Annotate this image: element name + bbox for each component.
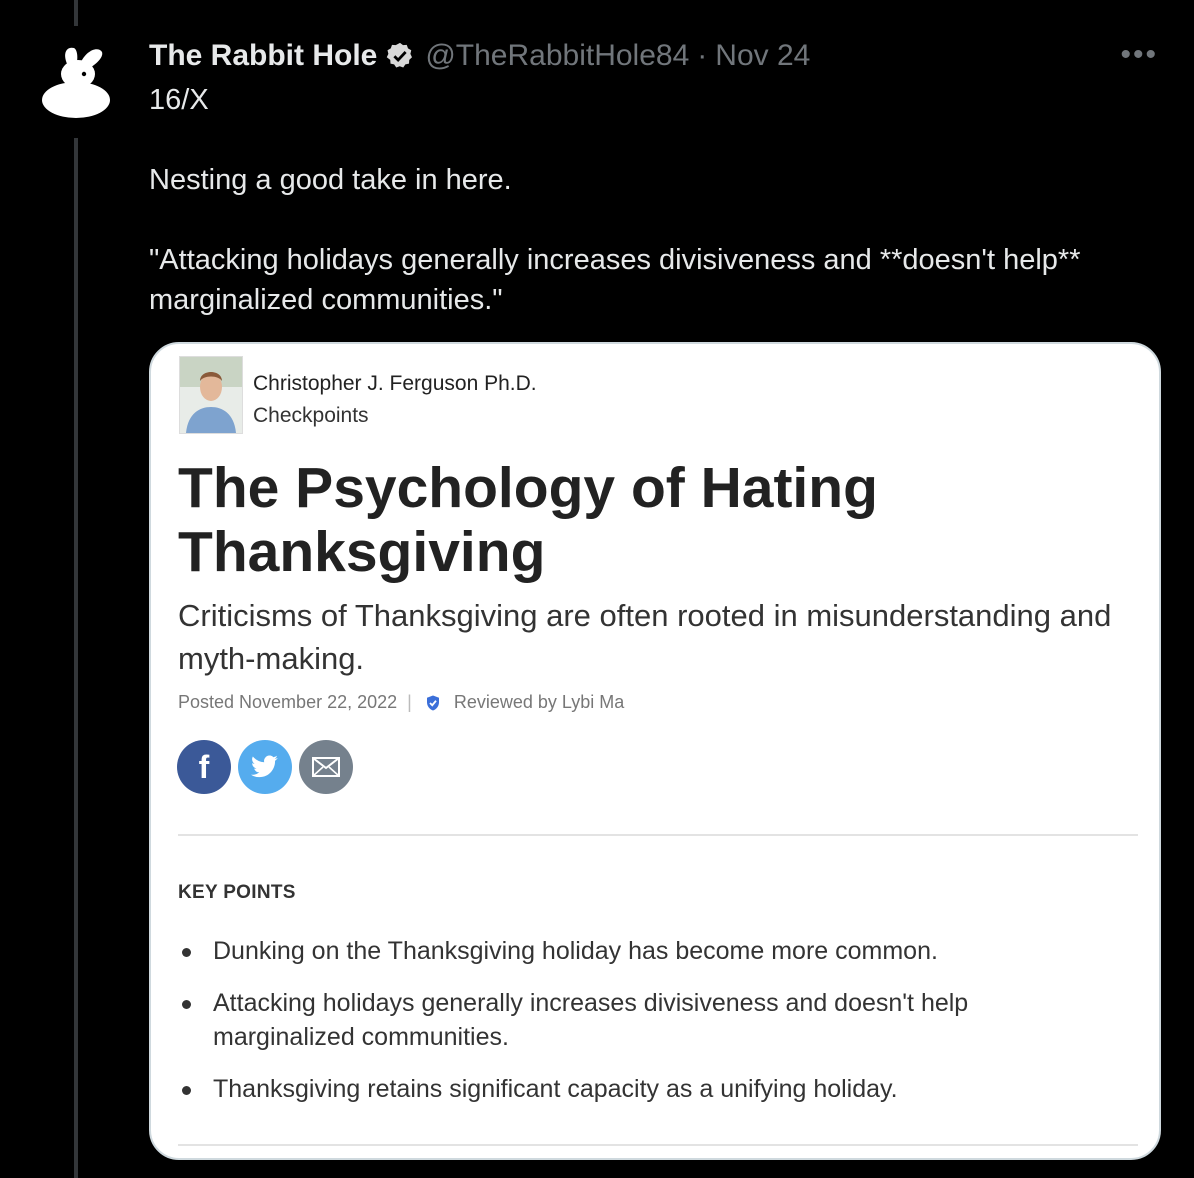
rabbit-icon[interactable] [38, 40, 118, 120]
article-meta: Posted November 22, 2022 | Reviewed by L… [178, 692, 624, 713]
shield-check-icon [424, 694, 442, 712]
author-handle[interactable]: @TheRabbitHole84 [425, 39, 689, 73]
tweet-date[interactable]: Nov 24 [715, 39, 810, 73]
card-divider [178, 834, 1138, 836]
meta-separator: | [407, 692, 412, 712]
header-separator: · [697, 39, 708, 72]
twitter-icon[interactable] [238, 740, 292, 794]
more-options-icon[interactable]: ••• [1120, 38, 1158, 72]
verified-badge-icon [385, 41, 415, 71]
article-subtitle: Criticisms of Thanksgiving are often roo… [178, 598, 1112, 676]
author-photo [179, 356, 243, 434]
key-points-list: Dunking on the Thanksgiving holiday has … [178, 934, 1078, 1124]
facebook-icon[interactable]: f [177, 740, 231, 794]
key-point-item: Thanksgiving retains significant capacit… [178, 1072, 1078, 1106]
thread-line-top [74, 0, 78, 26]
tweet-text: 16/X Nesting a good take in here. "Attac… [149, 84, 1081, 316]
card-divider [178, 1144, 1138, 1146]
email-icon[interactable] [299, 740, 353, 794]
article-title: The Psychology of Hating Thanksgiving [178, 456, 878, 584]
thread-line-bottom [74, 138, 78, 1178]
svg-text:f: f [199, 752, 210, 782]
posted-date: Posted November 22, 2022 [178, 692, 398, 712]
key-point-item: Dunking on the Thanksgiving holiday has … [178, 934, 1078, 968]
key-point-item: Attacking holidays generally increases d… [178, 986, 1078, 1054]
reviewed-by[interactable]: Reviewed by Lybi Ma [454, 692, 624, 713]
article-card[interactable]: Christopher J. Ferguson Ph.D. Checkpoint… [149, 342, 1161, 1160]
tweet-header: The Rabbit Hole @TheRabbitHole84 · Nov 2… [149, 36, 810, 76]
author-name[interactable]: The Rabbit Hole [149, 39, 377, 73]
article-blog[interactable]: Checkpoints [253, 404, 369, 428]
key-points-heading: KEY POINTS [178, 882, 296, 903]
article-author[interactable]: Christopher J. Ferguson Ph.D. [253, 372, 537, 396]
